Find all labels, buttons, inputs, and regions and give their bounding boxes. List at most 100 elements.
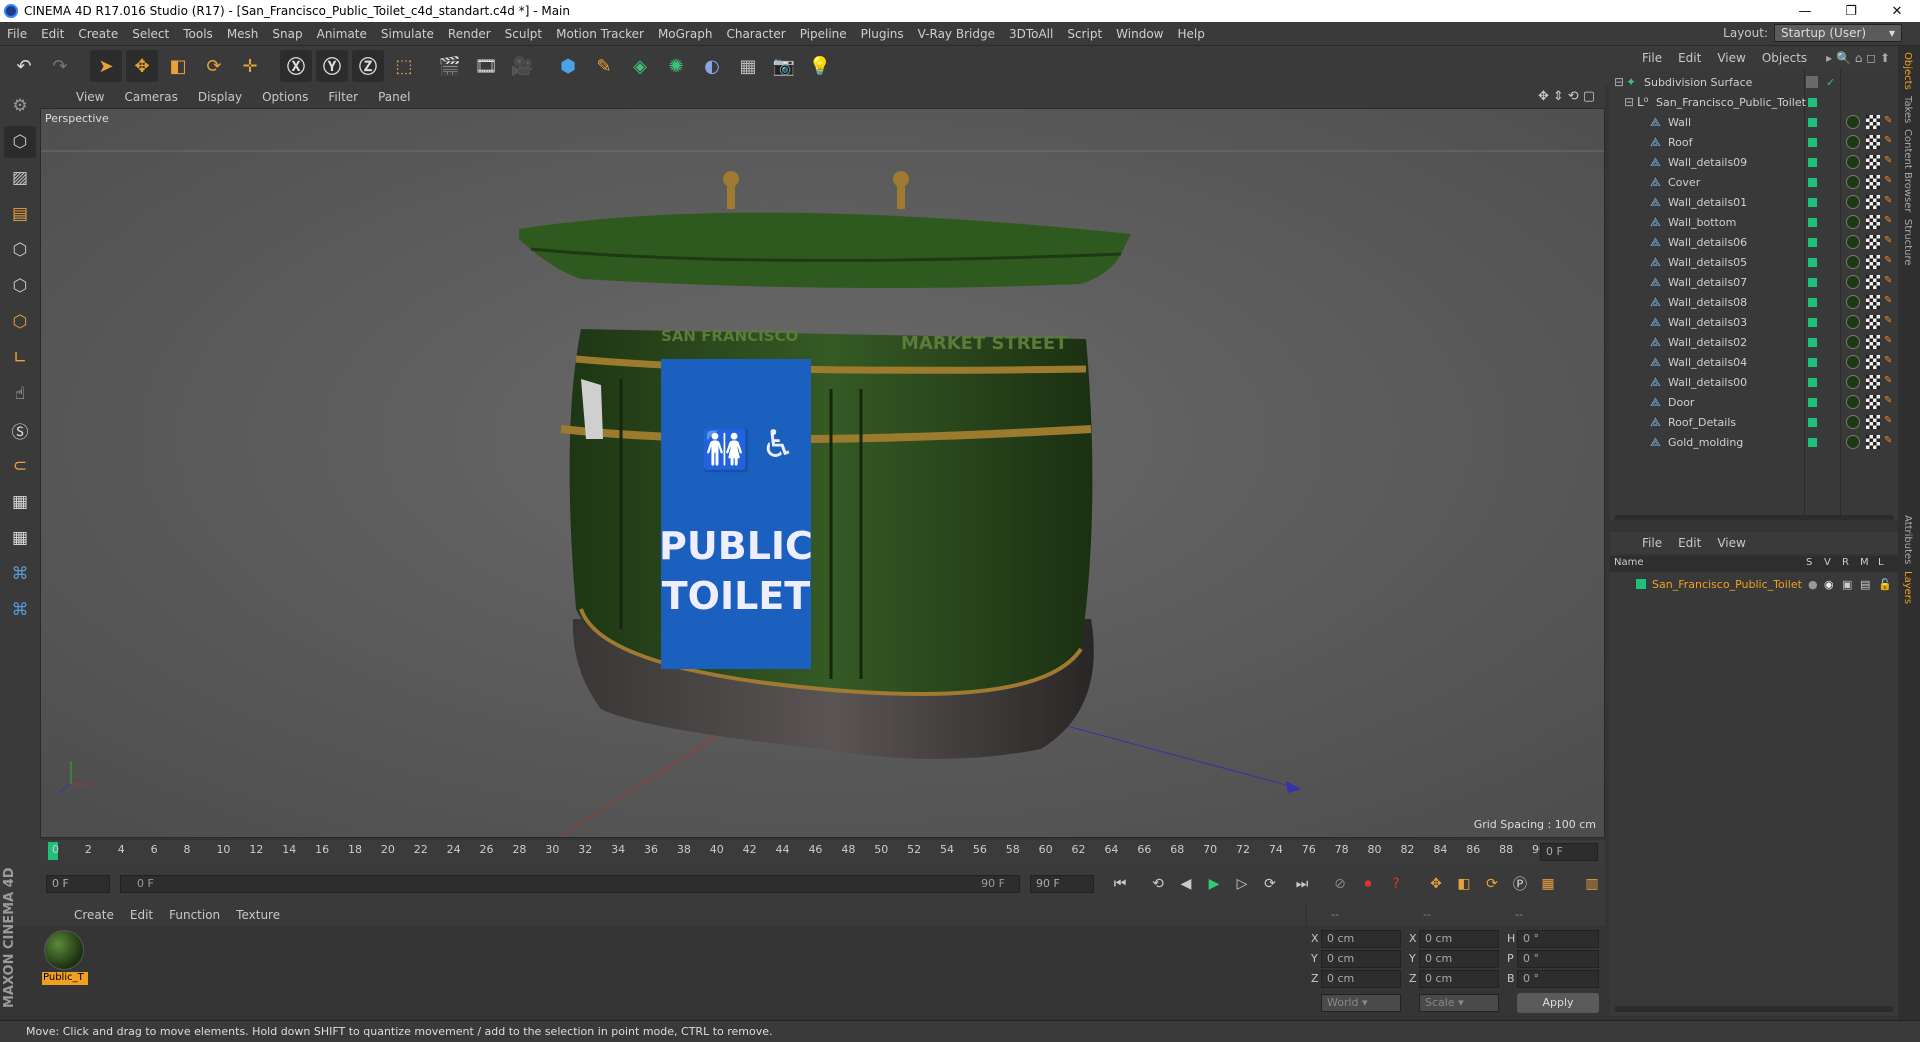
layer-color-swatch[interactable] [1808,177,1817,187]
layer-color-swatch[interactable] [1808,357,1817,367]
pan-icon[interactable]: ✥ [1538,89,1549,104]
layer-color-swatch[interactable] [1808,297,1817,307]
material-menu-function[interactable]: Function [161,908,228,922]
object-row[interactable]: ⟁ Wall_details08 ✎ [1610,292,1898,312]
object-row[interactable]: ⟁ Roof_Details ✎ [1610,412,1898,432]
rotate-icon[interactable]: ⟳ [198,50,230,82]
material-name[interactable]: Public_T [42,972,88,985]
menu-select[interactable]: Select [125,27,176,41]
go-to-end-icon[interactable]: ⏭ [1290,872,1314,896]
pos-z-field[interactable]: 0 cm [1321,970,1401,988]
subdivision-icon[interactable]: ◈ [624,50,656,82]
menu-render[interactable]: Render [441,27,498,41]
selection-tag-icon[interactable]: ✎ [1884,335,1892,349]
scale-icon[interactable]: ◧ [162,50,194,82]
viewport-menu-view[interactable]: View [66,90,114,104]
y-axis-icon[interactable]: Ⓨ [316,50,348,82]
object-row[interactable]: ⟁ Door ✎ [1610,392,1898,412]
material-menu-texture[interactable]: Texture [228,908,288,922]
object-row-root[interactable]: ⊟ ✦ Subdivision Surface ✓ [1610,72,1898,92]
rot-p-field[interactable]: 0 ° [1517,950,1599,968]
orbit-icon[interactable]: ⟲ [1568,89,1579,104]
texture-mode-icon[interactable]: ▨ [4,162,36,194]
object-row[interactable]: ⟁ Wall_bottom ✎ [1610,212,1898,232]
viewport-menu-panel[interactable]: Panel [368,90,420,104]
editor-toggle[interactable] [1806,76,1818,88]
size-z-field[interactable]: 0 cm [1419,970,1499,988]
timeline-ruler[interactable]: 0 2 4 6 8 10 12 14 16 18 20 22 24 26 28 30 32 34 36 38 40 42 4… [40,840,1605,864]
next-key-icon[interactable]: ⟳ [1258,872,1282,896]
object-row[interactable]: ⟁ Wall_details01 ✎ [1610,192,1898,212]
key-rotation-icon[interactable]: ⟳ [1480,872,1504,896]
menu-create[interactable]: Create [71,27,125,41]
redo-icon[interactable]: ↷ [44,50,76,82]
menu-character[interactable]: Character [719,27,792,41]
layer-color-swatch[interactable] [1808,257,1817,267]
layer-color-swatch[interactable] [1808,397,1817,407]
model-mode-icon[interactable]: ⬡ [4,126,36,158]
layer-color-swatch[interactable] [1808,117,1817,127]
texture-tag-icon[interactable] [1866,275,1880,289]
texture-tag-icon[interactable] [1866,295,1880,309]
menu-mograph[interactable]: MoGraph [651,27,720,41]
grid-lock-icon[interactable]: ▦ [4,486,36,518]
texture-tag-icon[interactable] [1866,255,1880,269]
menu-sculpt[interactable]: Sculpt [498,27,549,41]
objects-menu-edit[interactable]: Edit [1670,51,1709,65]
phong-tag-icon[interactable] [1846,415,1860,429]
menu-script[interactable]: Script [1060,27,1109,41]
undo-icon[interactable]: ↶ [8,50,40,82]
magnet-icon[interactable]: ⊂ [4,450,36,482]
texture-tag-icon[interactable] [1866,415,1880,429]
3d-viewport[interactable]: PUBLIC TOILET 🚻 ♿ SAN FRANCISCO MARKET S… [40,108,1605,838]
menu-vray-bridge[interactable]: V-Ray Bridge [911,27,1002,41]
layer-color-swatch[interactable] [1808,337,1817,347]
close-button[interactable]: ✕ [1874,0,1920,22]
floor-icon[interactable]: ▦ [732,50,764,82]
live-selection-icon[interactable]: ✛ [234,50,266,82]
texture-tag-icon[interactable] [1866,195,1880,209]
size-x-field[interactable]: 0 cm [1419,930,1499,948]
move-icon[interactable]: ✥ [126,50,158,82]
pos-y-field[interactable]: 0 cm [1321,950,1401,968]
camera-icon[interactable]: 📷 [768,50,800,82]
layer-color-swatch[interactable] [1808,377,1817,387]
layer-color-swatch[interactable] [1808,417,1817,427]
collapse-icon[interactable]: ⊟ [1624,95,1634,109]
pen-spline-icon[interactable]: ✎ [588,50,620,82]
next-frame-icon[interactable]: ▷ [1230,872,1254,896]
selection-tag-icon[interactable]: ✎ [1884,195,1892,209]
viewport-menu-cameras[interactable]: Cameras [114,90,187,104]
selection-tag-icon[interactable]: ✎ [1884,295,1892,309]
object-row[interactable]: ⟁ Wall_details00 ✎ [1610,372,1898,392]
snap-icon[interactable]: Ⓢ [4,414,36,446]
phong-tag-icon[interactable] [1846,175,1860,189]
render-picture-viewer-icon[interactable]: 🎞 [470,50,502,82]
manager-icon[interactable]: ▤ [1860,578,1870,591]
light-icon[interactable]: 💡 [804,50,836,82]
object-row[interactable]: ⟁ Wall_details09 ✎ [1610,152,1898,172]
polygons-mode-icon[interactable]: ⬡ [4,306,36,338]
previous-frame-icon[interactable]: ◀ [1174,872,1198,896]
menu-mesh[interactable]: Mesh [220,27,266,41]
layers-menu-edit[interactable]: Edit [1670,536,1709,550]
selection-tag-icon[interactable]: ✎ [1884,215,1892,229]
minimize-button[interactable]: — [1782,0,1828,22]
eye-icon[interactable]: ◉ [1824,578,1834,591]
object-row[interactable]: ⟁ Roof ✎ [1610,132,1898,152]
tab-content-browser[interactable]: Content Browser [1902,129,1913,212]
object-row[interactable]: ⟁ Wall_details02 ✎ [1610,332,1898,352]
size-mode-dropdown[interactable]: Scale ▾ [1419,994,1499,1012]
layout-dropdown[interactable]: Startup (User) ▾ [1774,24,1902,42]
menu-3dtoall[interactable]: 3DToAll [1002,27,1060,41]
menu-help[interactable]: Help [1170,27,1211,41]
texture-tag-icon[interactable] [1866,155,1880,169]
start-frame-field[interactable]: 0 F [46,875,110,893]
objects-menu-objects[interactable]: Objects [1754,51,1815,65]
selection-tag-icon[interactable]: ✎ [1884,235,1892,249]
menu-plugins[interactable]: Plugins [854,27,911,41]
texture-tag-icon[interactable] [1866,395,1880,409]
size-y-field[interactable]: 0 cm [1419,950,1499,968]
phong-tag-icon[interactable] [1846,255,1860,269]
texture-tag-icon[interactable] [1866,315,1880,329]
